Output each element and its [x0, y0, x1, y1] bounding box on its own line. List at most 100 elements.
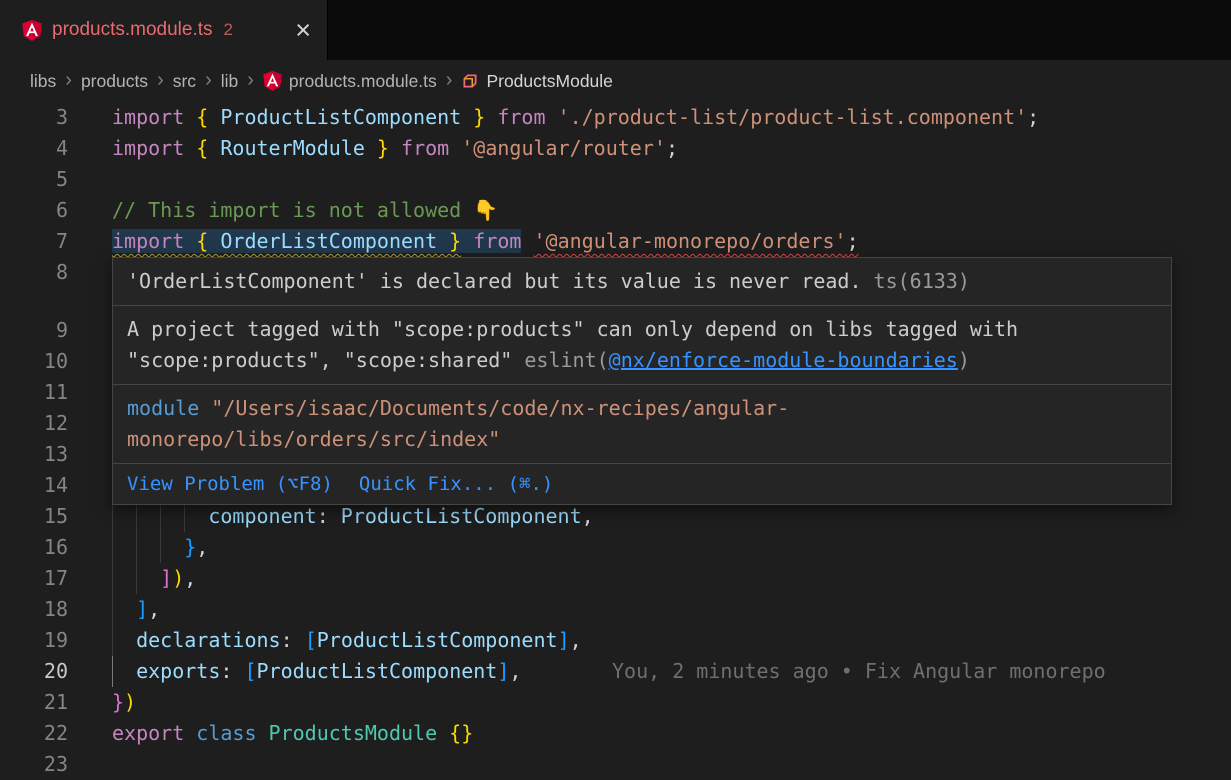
- hover-text: 'OrderListComponent' is declared but its…: [127, 269, 862, 293]
- line-code-17[interactable]: ]),: [112, 563, 1231, 594]
- breadcrumb-item-productsmodule[interactable]: ProductsModule: [461, 71, 612, 92]
- line-code-6[interactable]: // This import is not allowed 👇: [112, 195, 1231, 226]
- token: ;: [1027, 105, 1039, 129]
- code-line-18: 18 ],: [0, 594, 1231, 625]
- token: {: [196, 229, 220, 253]
- hover-text: ts(6133): [862, 269, 970, 293]
- token: '@angular-monorepo/orders': [534, 229, 847, 253]
- line-number-14[interactable]: 14: [0, 470, 68, 501]
- line-code-18[interactable]: ],: [112, 594, 1231, 625]
- line-number-11[interactable]: 11: [0, 377, 68, 408]
- token: ,: [184, 566, 196, 590]
- line-code-3[interactable]: import { ProductListComponent } from './…: [112, 102, 1231, 133]
- class-icon: [461, 72, 479, 90]
- breadcrumb-item-lib[interactable]: lib: [221, 71, 239, 92]
- code-line-7: 7 import { OrderListComponent } from '@an…: [0, 226, 1231, 257]
- chevron-right-icon: ›: [65, 69, 72, 92]
- indent-guide: [136, 501, 137, 532]
- token: [: [244, 659, 256, 683]
- chevron-right-icon: ›: [247, 69, 254, 92]
- line-number-8[interactable]: 8: [0, 257, 68, 288]
- line-code-4[interactable]: import { RouterModule } from '@angular/r…: [112, 133, 1231, 164]
- line-number-5[interactable]: 5: [0, 164, 68, 195]
- token: :: [317, 504, 341, 528]
- line-code-20[interactable]: exports: [ProductListComponent],You, 2 m…: [112, 656, 1231, 687]
- code-line-17: 17 ]),: [0, 563, 1231, 594]
- breadcrumb-item-src[interactable]: src: [173, 71, 196, 92]
- eslint-rule-link[interactable]: @nx/enforce-module-boundaries: [609, 348, 958, 372]
- token: ]: [497, 659, 509, 683]
- line-number-12[interactable]: 12: [0, 408, 68, 439]
- line-code-19[interactable]: declarations: [ProductListComponent],: [112, 625, 1231, 656]
- line-code-21[interactable]: }): [112, 687, 1231, 718]
- tab-title: products.module.ts: [52, 19, 213, 41]
- line-number-4[interactable]: 4: [0, 133, 68, 164]
- token: class: [196, 721, 268, 745]
- line-code-15[interactable]: component: ProductListComponent,: [112, 501, 1231, 532]
- token: ProductListComponent: [341, 504, 582, 528]
- code-line-19: 19 declarations: [ProductListComponent],: [0, 625, 1231, 656]
- token: {}: [449, 721, 473, 745]
- token: }: [184, 535, 196, 559]
- token: 👇: [473, 198, 498, 222]
- line-code-16[interactable]: },: [112, 532, 1231, 563]
- line-code-22[interactable]: export class ProductsModule {}: [112, 718, 1231, 749]
- tab-products-module-ts[interactable]: products.module.ts 2 ×: [0, 0, 328, 60]
- breadcrumb-label: libs: [30, 71, 56, 92]
- line-number-17[interactable]: 17: [0, 563, 68, 594]
- tab-bar: products.module.ts 2 ×: [0, 0, 1231, 60]
- line-code-23[interactable]: [112, 749, 1231, 780]
- breadcrumb-item-libs[interactable]: libs: [30, 71, 56, 92]
- token: [112, 535, 184, 559]
- breadcrumb-item-products[interactable]: products: [81, 71, 148, 92]
- token: }: [437, 229, 461, 253]
- hover-text: eslint(: [524, 348, 608, 372]
- code-line-20: 20 exports: [ProductListComponent],You, …: [0, 656, 1231, 687]
- token: ProductsModule: [269, 721, 450, 745]
- line-number-18[interactable]: 18: [0, 594, 68, 625]
- hover-diagnostic-ts: 'OrderListComponent' is declared but its…: [113, 258, 1171, 305]
- hover-text: module: [127, 396, 211, 420]
- token: ;: [847, 229, 859, 253]
- token: '@angular/router': [461, 136, 666, 160]
- line-number-21[interactable]: 21: [0, 687, 68, 718]
- token: // This import is not allowed: [112, 198, 473, 222]
- close-icon[interactable]: ×: [295, 17, 311, 44]
- breadcrumb-label: src: [173, 71, 196, 92]
- view-problem-action[interactable]: View Problem (⌥F8): [127, 472, 333, 496]
- line-number-6[interactable]: 6: [0, 195, 68, 226]
- token: ]: [558, 628, 570, 652]
- token: './product-list/product-list.component': [558, 105, 1028, 129]
- line-number-16[interactable]: 16: [0, 532, 68, 563]
- indent-guide: [136, 563, 137, 594]
- token: ,: [196, 535, 208, 559]
- line-code-7[interactable]: import { OrderListComponent } from '@ang…: [112, 226, 1231, 257]
- token: OrderListComponent: [220, 229, 437, 253]
- token: exports: [136, 659, 220, 683]
- indent-guide: [184, 501, 185, 532]
- line-number-13[interactable]: 13: [0, 439, 68, 470]
- line-number-19[interactable]: 19: [0, 625, 68, 656]
- line-number-10[interactable]: 10: [0, 346, 68, 377]
- line-number-20[interactable]: 20: [0, 656, 68, 687]
- indent-guide: [136, 532, 137, 563]
- indent-guide: [160, 501, 161, 532]
- token: }: [461, 105, 485, 129]
- line-code-5[interactable]: [112, 164, 1231, 195]
- line-number-23[interactable]: 23: [0, 749, 68, 780]
- line-number-15[interactable]: 15: [0, 501, 68, 532]
- hover-module-info: module "/Users/isaac/Documents/code/nx-r…: [113, 384, 1171, 463]
- token: from: [485, 105, 557, 129]
- editor[interactable]: 3 import { ProductListComponent } from '.…: [0, 102, 1231, 780]
- line-number-7[interactable]: 7: [0, 226, 68, 257]
- line-number-3[interactable]: 3: [0, 102, 68, 133]
- token: ): [124, 690, 136, 714]
- hover-actions: View Problem (⌥F8) Quick Fix... (⌘.): [113, 463, 1171, 504]
- hover-popup: 'OrderListComponent' is declared but its…: [112, 257, 1172, 505]
- line-number-9[interactable]: 9: [0, 315, 68, 346]
- token: declarations: [136, 628, 281, 652]
- quick-fix-action[interactable]: Quick Fix... (⌘.): [359, 472, 553, 496]
- chevron-right-icon: ›: [205, 69, 212, 92]
- line-number-22[interactable]: 22: [0, 718, 68, 749]
- breadcrumb-item-products-module-ts[interactable]: products.module.ts: [263, 71, 437, 92]
